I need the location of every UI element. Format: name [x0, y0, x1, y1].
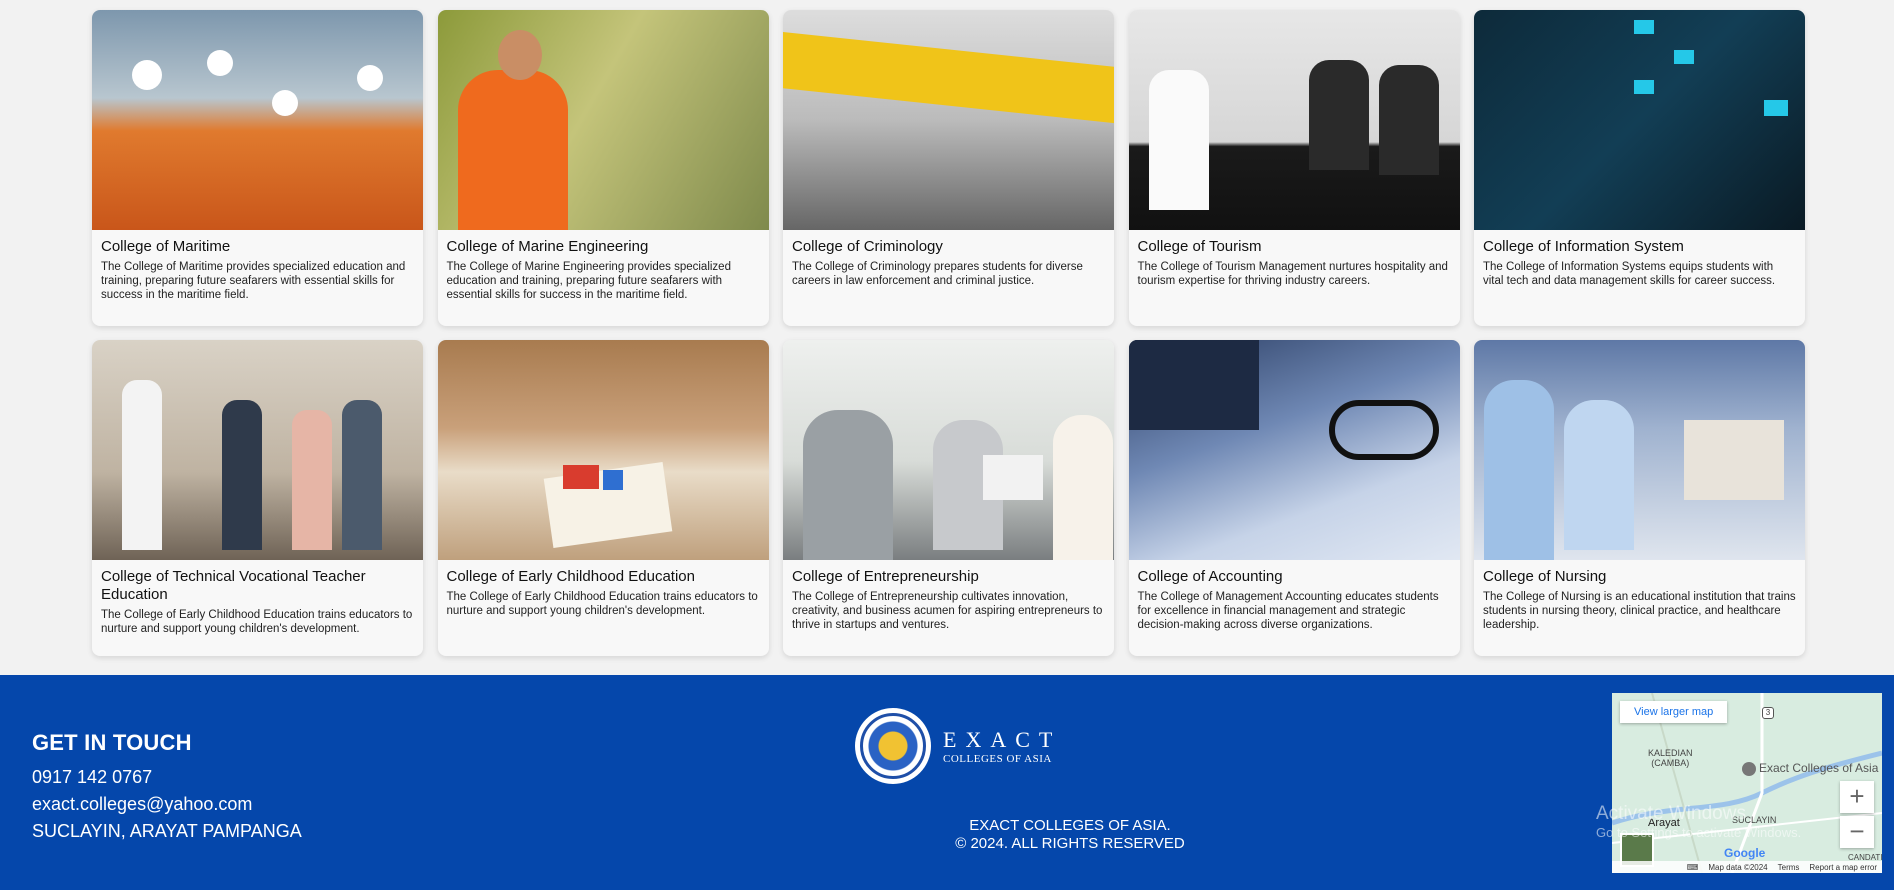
calculator-photo: [1128, 340, 1460, 560]
classroom-photo: [437, 340, 769, 560]
college-card-nursing[interactable]: College of Nursing The College of Nursing…: [1474, 340, 1805, 656]
college-description: The College of Management Accounting edu…: [1137, 591, 1439, 631]
location-pin-icon: [1742, 761, 1756, 776]
college-title: College of Information System: [1483, 238, 1684, 255]
site-footer: GET IN TOUCH 0917 142 0767 exact.college…: [0, 675, 1894, 890]
college-card-accounting[interactable]: College of Accounting The College of Mana…: [1128, 340, 1460, 656]
embedded-map[interactable]: View larger map KALEDIAN (CAMBA) Exact C…: [1612, 693, 1882, 873]
college-card-technical-vocational[interactable]: College of Technical Vocational Teacher …: [92, 340, 423, 656]
college-title: College of Tourism: [1137, 238, 1262, 255]
college-description: The College of Maritime provides special…: [101, 261, 406, 301]
copyright-line2: © 2024. ALL RIGHTS RESERVED: [955, 835, 1185, 852]
route-shield-icon: 3: [1762, 707, 1774, 719]
meeting-photo: [783, 340, 1114, 560]
contact-heading: GET IN TOUCH: [32, 730, 192, 755]
brand-subtitle: COLLEGES OF ASIA: [943, 753, 1052, 765]
map-place-label: Exact Colleges of Asia: [1759, 761, 1879, 775]
college-description: The College of Entrepreneurship cultivat…: [792, 591, 1103, 631]
college-card-information-system[interactable]: College of Information System The College…: [1474, 10, 1805, 326]
college-title: College of Nursing: [1483, 568, 1607, 585]
os-activation-watermark: Activate Windows Go to Settings to activ…: [1596, 803, 1801, 840]
view-larger-map-link[interactable]: View larger map: [1620, 701, 1728, 723]
college-grid: College of Maritime The College of Mariti…: [92, 10, 1805, 656]
college-card-entrepreneurship[interactable]: College of Entrepreneurship The College o…: [783, 340, 1114, 656]
college-card-marine-engineering[interactable]: College of Marine Engineering The College…: [437, 10, 769, 326]
contact-phone[interactable]: 0917 142 0767: [32, 764, 302, 791]
college-description: The College of Marine Engineering provid…: [446, 261, 731, 301]
copyright: EXACT COLLEGES OF ASIA. © 2024. ALL RIGH…: [820, 817, 1320, 853]
college-title: College of Marine Engineering: [446, 238, 649, 255]
map-attribution: ⌨ Map data ©2024 Terms Report a map erro…: [1612, 861, 1882, 873]
college-title: College of Early Childhood Education: [446, 568, 696, 585]
contact-section: GET IN TOUCH 0917 142 0767 exact.college…: [32, 730, 302, 845]
college-card-tourism[interactable]: College of Tourism The College of Tourism…: [1128, 10, 1460, 326]
college-title: College of Entrepreneurship: [792, 568, 979, 585]
crime-scene-photo: [783, 10, 1114, 230]
map-label-kaledian: KALEDIAN (CAMBA): [1648, 748, 1693, 768]
workshop-photo: [92, 340, 423, 560]
college-title: College of Technical Vocational Teacher …: [101, 568, 366, 603]
watermark-subtitle: Go to Settings to activate Windows.: [1596, 825, 1802, 840]
google-logo: Google: [1724, 846, 1766, 860]
college-title: College of Accounting: [1137, 568, 1283, 585]
seafarers-photo: [92, 10, 423, 230]
map-zoom-out-button[interactable]: −: [1840, 816, 1874, 848]
college-description: The College of Criminology prepares stud…: [792, 261, 1083, 287]
copyright-line1: EXACT COLLEGES OF ASIA.: [969, 817, 1171, 834]
engineer-photo: [437, 10, 769, 230]
front-desk-photo: [1128, 10, 1460, 230]
contact-email[interactable]: exact.colleges@yahoo.com: [32, 791, 302, 818]
nurses-photo: [1474, 340, 1805, 560]
college-description: The College of Nursing is an educational…: [1483, 591, 1796, 631]
map-zoom-in-button[interactable]: +: [1840, 781, 1874, 813]
map-report-link[interactable]: Report a map error: [1809, 863, 1877, 872]
college-title: College of Maritime: [101, 238, 231, 255]
laptop-data-photo: [1474, 10, 1805, 230]
college-card-maritime[interactable]: College of Maritime The College of Mariti…: [92, 10, 423, 326]
keyboard-icon[interactable]: ⌨: [1687, 863, 1699, 872]
contact-address: SUCLAYIN, ARAYAT PAMPANGA: [32, 821, 302, 841]
college-description: The College of Tourism Management nurtur…: [1137, 261, 1448, 287]
watermark-title: Activate Windows: [1596, 803, 1746, 824]
school-seal-icon: [855, 708, 931, 784]
footer-logo[interactable]: EXACT COLLEGES OF ASIA: [855, 708, 1061, 784]
map-place-marker[interactable]: Exact Colleges of Asia: [1742, 761, 1878, 776]
college-card-early-childhood[interactable]: College of Early Childhood Education The …: [437, 340, 769, 656]
college-title: College of Criminology: [792, 238, 943, 255]
college-description: The College of Information Systems equip…: [1483, 261, 1776, 287]
college-card-criminology[interactable]: College of Criminology The College of Cri…: [783, 10, 1114, 326]
map-terms-link[interactable]: Terms: [1778, 863, 1800, 872]
college-description: The College of Early Childhood Education…: [101, 609, 413, 635]
map-data-label: Map data ©2024: [1708, 862, 1768, 872]
college-description: The College of Early Childhood Education…: [446, 591, 758, 617]
brand-name: EXACT: [943, 727, 1062, 752]
